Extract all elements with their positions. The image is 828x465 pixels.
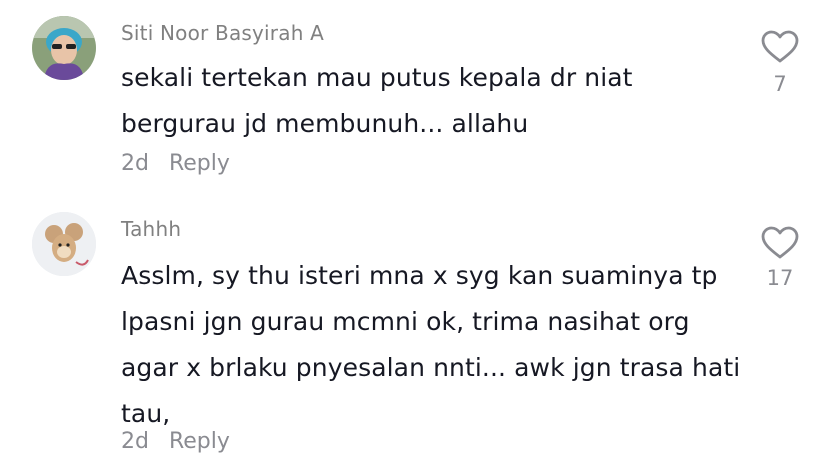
heart-outline-icon[interactable] — [761, 30, 799, 64]
comment-meta: 2d Reply — [121, 429, 230, 454]
comment-meta: 2d Reply — [121, 151, 230, 176]
comment-text: sekali tertekan mau putus kepala dr niat… — [121, 63, 633, 138]
cartoon-mouse-avatar-icon — [32, 212, 96, 276]
user-photo-avatar-icon — [32, 16, 96, 80]
reply-button[interactable]: Reply — [169, 429, 230, 454]
reply-button[interactable]: Reply — [169, 151, 230, 176]
like-count: 7 — [773, 72, 787, 96]
avatar[interactable] — [32, 16, 96, 80]
comment-item: Tahhh Asslm, sy thu isteri mna x syg kan… — [0, 200, 828, 465]
like-count: 17 — [766, 266, 794, 290]
comment-timestamp: 2d — [121, 151, 149, 176]
comment-username[interactable]: Tahhh — [121, 217, 181, 241]
comment-item: Siti Noor Basyirah A sekali tertekan mau… — [0, 0, 828, 190]
comment-username[interactable]: Siti Noor Basyirah A — [121, 21, 324, 45]
heart-outline-icon[interactable] — [761, 226, 799, 260]
comment-timestamp: 2d — [121, 429, 149, 454]
comment-text: Asslm, sy thu isteri mna x syg kan suami… — [121, 261, 741, 428]
avatar[interactable] — [32, 212, 96, 276]
